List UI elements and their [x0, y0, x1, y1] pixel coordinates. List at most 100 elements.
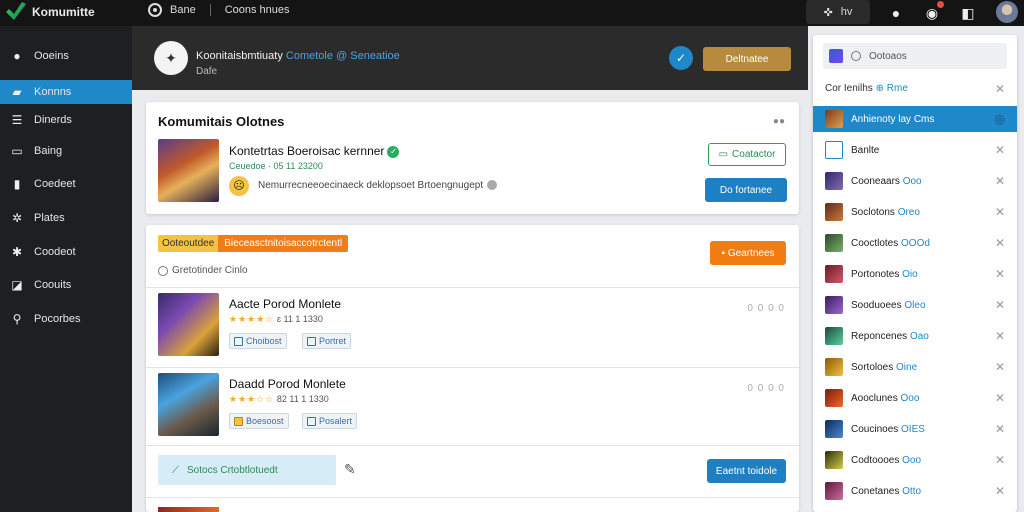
game-thumbnail[interactable]: [158, 373, 219, 436]
sidebar-item-9[interactable]: ⚲ Pocorbes: [0, 307, 132, 331]
sidebar-item-7[interactable]: ✱ Coodeot: [0, 240, 132, 264]
profile-meta: Ceuedoe · 05 11 23200: [229, 161, 323, 171]
sidebar-item-4[interactable]: ▭ Baing: [0, 139, 132, 163]
tag-chip[interactable]: Portret: [302, 333, 352, 349]
messages-icon[interactable]: ◧: [958, 3, 978, 23]
breadcrumb[interactable]: Coons hnues: [225, 4, 290, 16]
game-thumbnail[interactable]: [158, 293, 219, 356]
panel-header-text: Cor Ienilhs: [825, 83, 873, 94]
game-rating: ★★★★☆ ɛ 11 1 1330: [229, 314, 323, 325]
app-logo[interactable]: Komumitte: [6, 2, 95, 22]
profile-name[interactable]: Kontetrtas Boeroisac kernner ✓: [229, 144, 400, 158]
game-count: 0 0 0 0: [747, 303, 785, 314]
sidebar-item-label: Pocorbes: [34, 313, 81, 325]
panel-list-item[interactable]: Conetanes Otto ✕: [813, 478, 1017, 504]
donate-button[interactable]: Deltnatee: [703, 47, 791, 71]
game-thumbnail[interactable]: [158, 507, 219, 512]
pin-tool-icon[interactable]: ✎: [344, 461, 362, 479]
orange-action-button[interactable]: ▪ Geartnees: [710, 241, 786, 265]
panel-list-item[interactable]: Aooclunes Ooo ✕: [813, 385, 1017, 411]
panel-item-accent: Ooo: [902, 454, 922, 466]
tag-chip[interactable]: Posalert: [302, 413, 358, 429]
panel-list-item[interactable]: Banlte ✕: [813, 137, 1017, 163]
remove-icon[interactable]: ✕: [995, 267, 1005, 281]
user-menu-pill[interactable]: ✜ hv: [806, 0, 870, 24]
promo-banner[interactable]: ⟋ Sotocs Crtobtlotuedt: [158, 455, 336, 485]
panel-item-accent: Oao: [909, 330, 929, 342]
game-title[interactable]: Daadd Porod Monlete: [229, 377, 346, 391]
profile-image[interactable]: [158, 139, 219, 202]
game-title[interactable]: Aacte Porod Monlete: [229, 297, 341, 311]
sidebar-item-5[interactable]: ▮ Coedeet: [0, 172, 132, 196]
action-button[interactable]: Do fortanee: [705, 178, 787, 202]
contact-button[interactable]: ▭ Coatactor: [708, 143, 786, 166]
remove-icon[interactable]: ✕: [995, 205, 1005, 219]
panel-item-accent: Oreo: [897, 206, 920, 218]
panel-list-item[interactable]: Codtoooes Ooo ✕: [813, 447, 1017, 473]
divider: [146, 497, 799, 498]
info-icon[interactable]: [487, 180, 498, 191]
panel-list-item[interactable]: Reponcenes Oao ✕: [813, 323, 1017, 349]
panel-header-accent: ⊕ Rme: [875, 83, 908, 94]
sidebar-item-8[interactable]: ◪ Coouits: [0, 273, 132, 297]
panel-item-accent: Oleo: [904, 299, 926, 311]
remove-icon[interactable]: ✕: [995, 298, 1005, 312]
panel-list-item[interactable]: Soclotons Oreo ✕: [813, 199, 1017, 225]
panel-item-avatar: [825, 482, 843, 500]
remove-icon[interactable]: ✕: [995, 360, 1005, 374]
tag-chip[interactable]: Choibost: [229, 333, 287, 349]
remove-icon[interactable]: ✕: [995, 484, 1005, 498]
panel-list-item[interactable]: Cooctlotes OOOd ✕: [813, 230, 1017, 256]
chart-icon: ▮: [13, 177, 21, 191]
panel-list-item[interactable]: Coucinoes OIES ✕: [813, 416, 1017, 442]
pin-toggle-icon[interactable]: ◎: [995, 112, 1005, 126]
panel-item-accent: OIES: [901, 423, 925, 435]
close-icon[interactable]: ✕: [995, 82, 1005, 96]
search-input[interactable]: Ootoaos: [823, 43, 1007, 69]
check-icon[interactable]: ✓: [669, 46, 693, 70]
sidebar-item-label: Plates: [34, 212, 65, 224]
panel-list-item[interactable]: Sooduoees Oleo ✕: [813, 292, 1017, 318]
more-options-icon[interactable]: ●●: [773, 116, 785, 127]
panel-list-item[interactable]: Anhienoty lay Cms ◎: [813, 106, 1017, 132]
page-title-accent[interactable]: Cometole @ Seneatioe: [286, 50, 400, 62]
card-subtitle-text: Gretotinder Cinlo: [172, 265, 248, 276]
sidebar-item-6[interactable]: ✲ Plates: [0, 206, 132, 230]
search-icon: ⚲: [12, 312, 22, 326]
remove-icon[interactable]: ✕: [995, 329, 1005, 343]
search-placeholder: Ootoaos: [869, 50, 907, 62]
promo-button[interactable]: Eaetnt toidole: [707, 459, 786, 483]
home-link[interactable]: Bane: [170, 4, 196, 16]
profile-name-text: Kontetrtas Boeroisac kernner: [229, 144, 385, 158]
star-icon: ✱: [11, 245, 23, 259]
remove-icon[interactable]: ✕: [995, 422, 1005, 436]
checkbox-icon: [307, 336, 316, 346]
panel-list-item[interactable]: Portonotes Oio ✕: [813, 261, 1017, 287]
contact-button-label: Coatactor: [732, 149, 776, 160]
panel-item-avatar: [825, 265, 843, 283]
remove-icon[interactable]: ✕: [995, 236, 1005, 250]
home-icon[interactable]: [148, 3, 162, 17]
sidebar-item-2[interactable]: ▰ Konnns: [0, 80, 132, 104]
avatar[interactable]: [996, 1, 1018, 23]
list-item[interactable]: Aacte Porod Monlete ★★★★☆ ɛ 11 1 1330 Ch…: [146, 289, 799, 363]
sidebar-item-1[interactable]: ● Ooeins: [0, 44, 132, 68]
panel-item-accent: Ooo: [902, 175, 922, 187]
remove-icon[interactable]: ✕: [995, 391, 1005, 405]
panel-item-label: Portonotes Oio: [851, 268, 918, 280]
star-rating-icon: ★★★☆☆: [229, 394, 275, 404]
remove-icon[interactable]: ✕: [995, 143, 1005, 157]
panel-list-item[interactable]: Cooneaars Ooo ✕: [813, 168, 1017, 194]
panel-list-item[interactable]: Sortoloes Oine ✕: [813, 354, 1017, 380]
remove-icon[interactable]: ✕: [995, 453, 1005, 467]
tag-chip-label: Boesoost: [246, 416, 284, 426]
page-header: ✦ Koonitaisbmtiuaty Cometole @ Seneatioe…: [132, 26, 808, 90]
sidebar-item-3[interactable]: ☰ Dinerds: [0, 108, 132, 132]
top-bar: Komumitte Bane Coons hnues ✜ hv ● ◉ ◧: [0, 0, 1024, 26]
list-item[interactable]: Daadd Porod Monlete ★★★☆☆ 82 11 1 1330 B…: [146, 369, 799, 443]
tag-chip[interactable]: Boesoost: [229, 413, 289, 429]
remove-icon[interactable]: ✕: [995, 174, 1005, 188]
panel-item-label: Cooneaars Ooo: [851, 175, 922, 187]
panel-item-label: Codtoooes Ooo: [851, 454, 922, 466]
location-icon[interactable]: ●: [886, 3, 906, 23]
